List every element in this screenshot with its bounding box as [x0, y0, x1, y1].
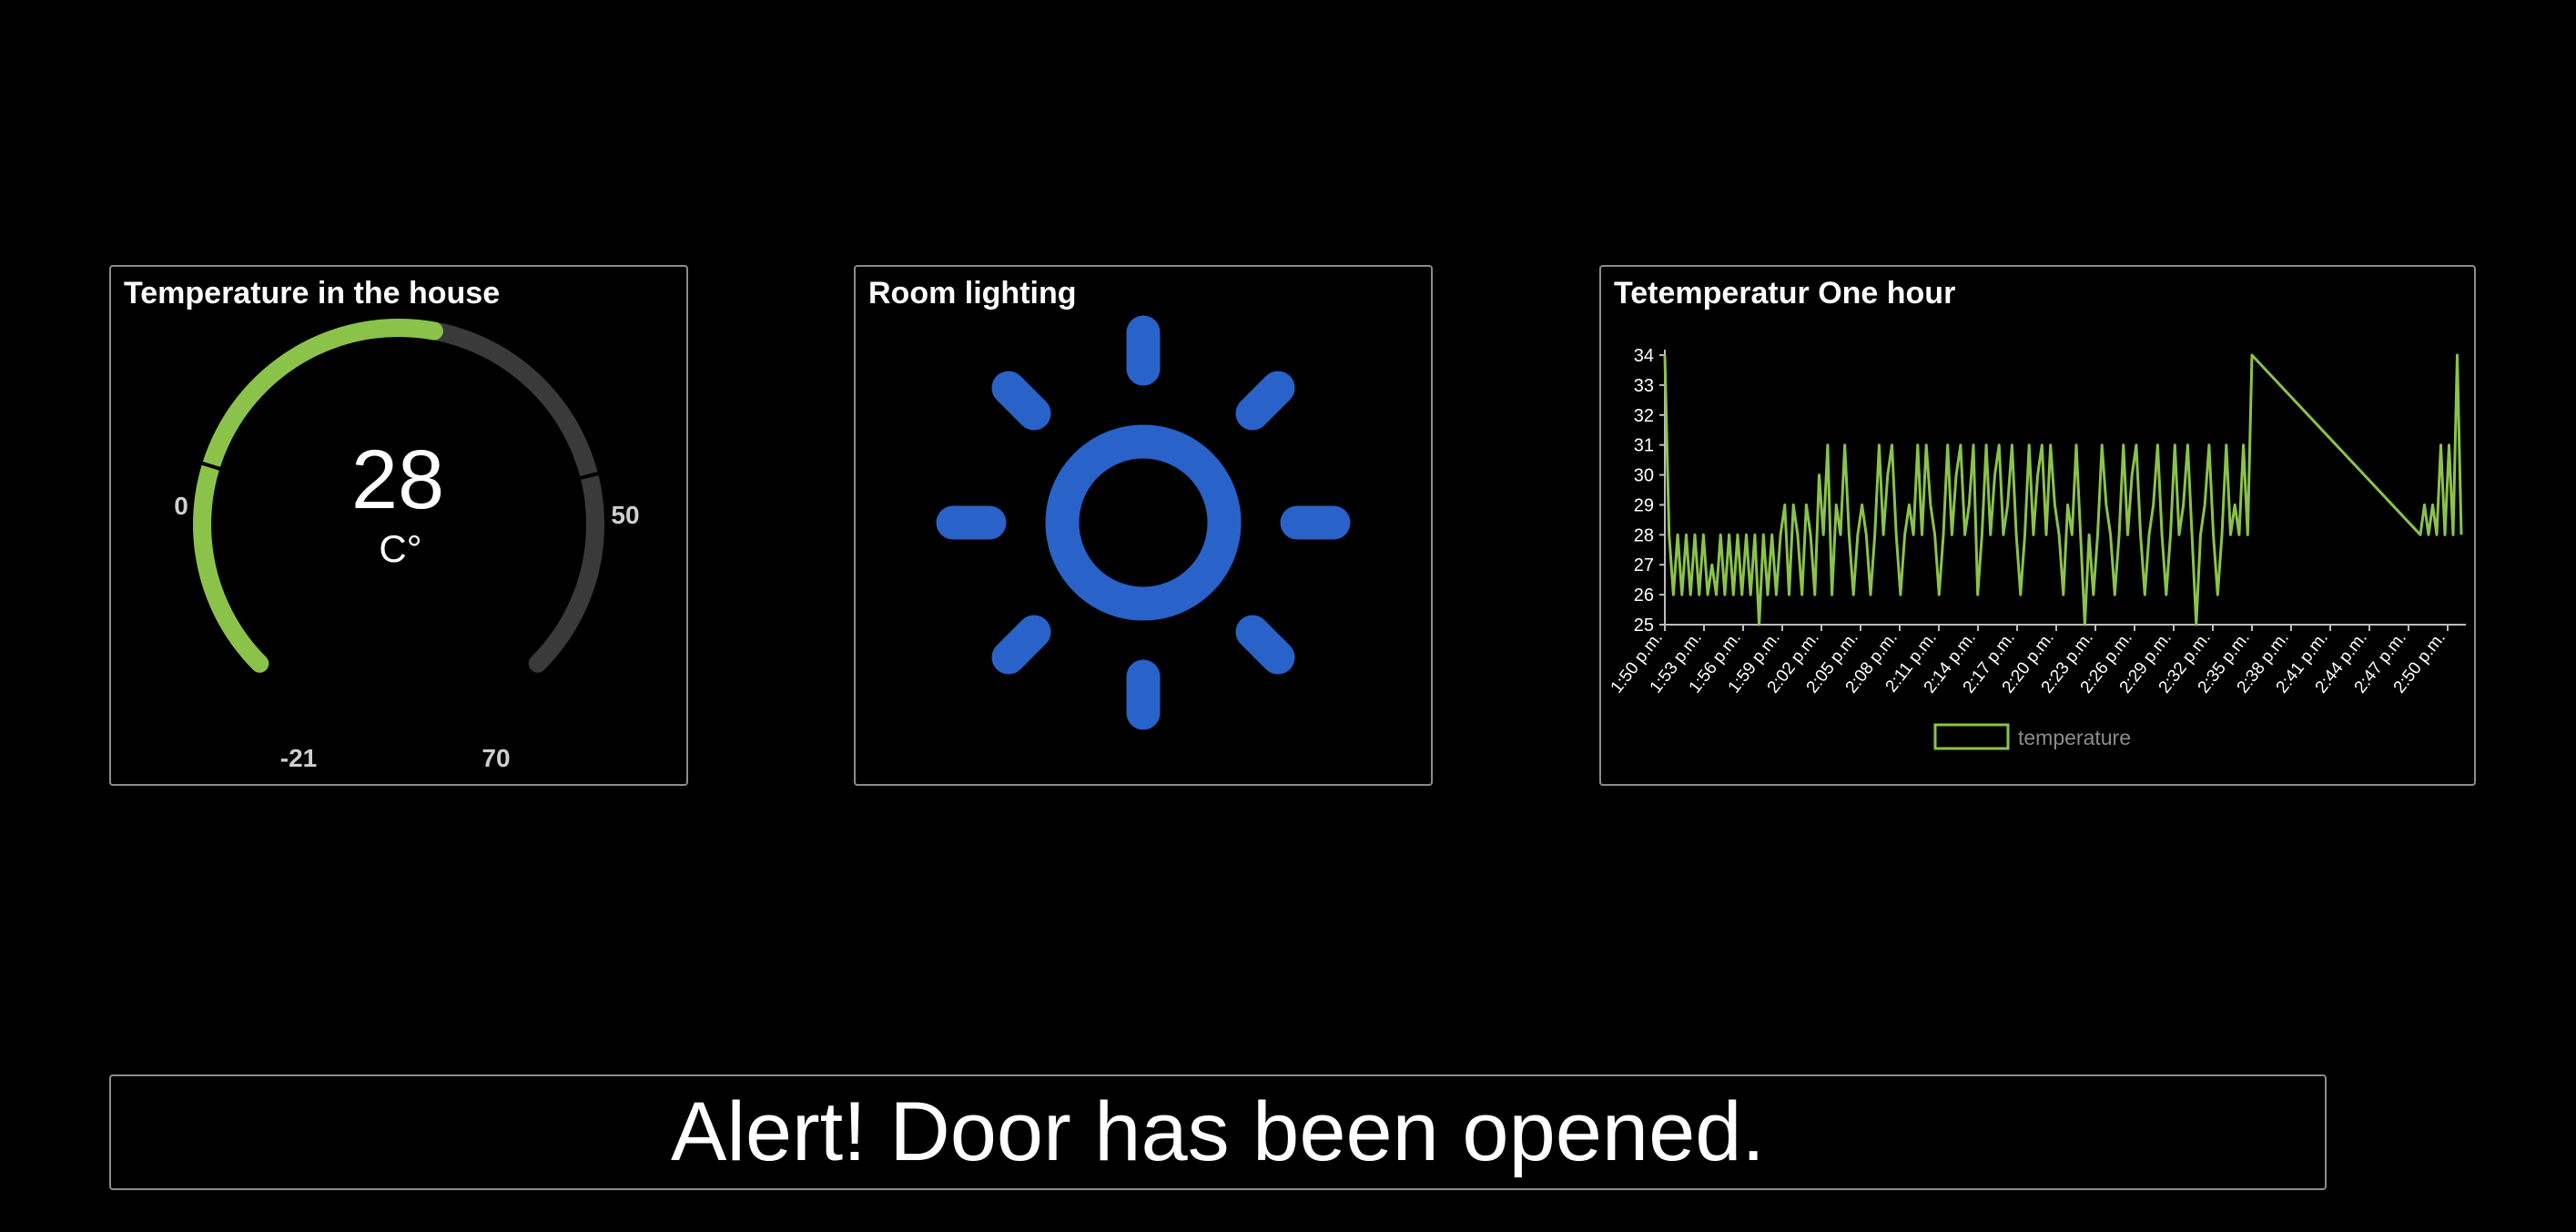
y-tick-label: 31 — [1634, 436, 1654, 456]
temperature-series-line — [1663, 353, 2463, 626]
y-tick-label: 34 — [1634, 346, 1654, 366]
temperature-gauge: 28 C° 0 50 -21 70 — [174, 318, 640, 772]
sun-ray-ne — [1235, 371, 1295, 431]
gauge-threshold-high-label: 50 — [611, 501, 639, 529]
y-tick-label: 30 — [1634, 466, 1654, 486]
gauge-threshold-low-label: 0 — [174, 492, 188, 520]
sun-ray-nw — [991, 371, 1051, 431]
gauge-max-label: 70 — [482, 744, 510, 772]
sun-ray-sw — [991, 615, 1051, 675]
temperature-line-chart: 252627282930313233341:50 p.m.1:53 p.m.1:… — [1607, 346, 2466, 750]
sun-core — [1045, 424, 1242, 621]
sun-icon[interactable] — [856, 267, 1431, 784]
y-tick-label: 26 — [1634, 585, 1654, 606]
temperature-history-panel: Tetemperatur One hour 25 26 27 28 29 30 31 32 33… — [1599, 265, 2476, 786]
room-lighting-panel: Room lighting — [854, 265, 1433, 786]
y-tick-label: 27 — [1634, 555, 1654, 575]
gauge-min-label: -21 — [280, 744, 317, 772]
temperature-gauge-panel: Temperature in the house 28 C° 0 50 -21 … — [109, 265, 688, 786]
alert-text: Alert! Door has been opened. — [671, 1085, 1765, 1178]
y-tick-label: 28 — [1634, 525, 1654, 545]
sun-ray-se — [1235, 615, 1295, 675]
y-tick-label: 32 — [1634, 406, 1654, 426]
legend-swatch — [1933, 723, 2010, 750]
gauge-unit: C° — [379, 527, 421, 570]
legend-label: temperature — [2018, 726, 2131, 749]
gauge-value: 28 — [351, 433, 444, 526]
alert-banner: Alert! Door has been opened. — [109, 1074, 2327, 1190]
y-tick-label: 29 — [1634, 495, 1654, 515]
chart-axes: 252627282930313233341:50 p.m.1:53 p.m.1:… — [1607, 346, 2466, 697]
y-tick-label: 33 — [1634, 376, 1654, 396]
chart-legend[interactable]: temperature — [1933, 723, 2131, 750]
